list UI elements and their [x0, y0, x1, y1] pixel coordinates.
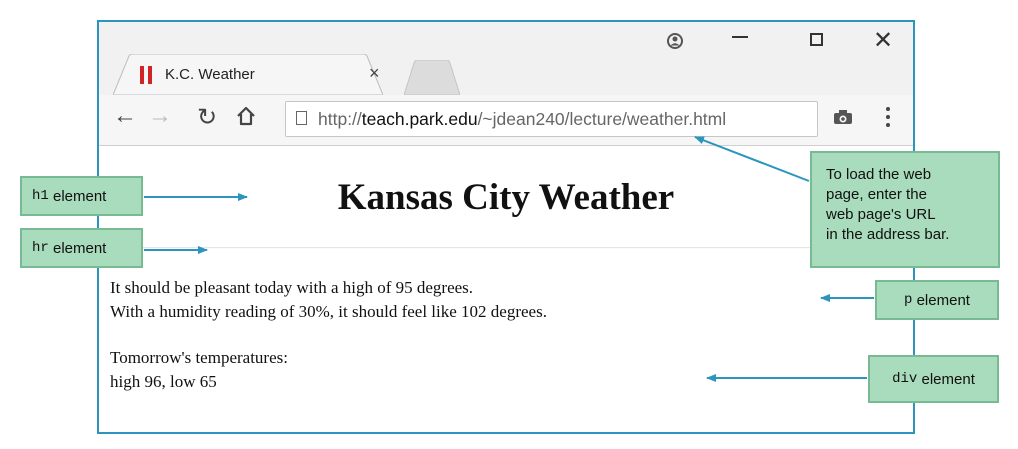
hr-callout-code: hr: [32, 240, 49, 256]
h1-callout: h1 element: [20, 176, 143, 216]
div-callout-code: div: [892, 371, 918, 387]
hr-callout: hr element: [20, 228, 143, 268]
url-callout-line-1: To load the web: [826, 166, 932, 183]
h1-callout-text: element: [52, 187, 107, 205]
url-callout-text: To load the web page, enter the web page…: [826, 165, 949, 245]
url-arrow: [694, 136, 810, 182]
p-callout-text: element: [916, 291, 970, 309]
h1-callout-code: h1: [32, 188, 49, 204]
url-callout-line-3: web page's URL: [826, 206, 936, 223]
url-callout: To load the web page, enter the web page…: [810, 151, 1000, 268]
div-callout-text: element: [921, 370, 975, 388]
url-callout-line-4: in the address bar.: [826, 226, 950, 243]
div-callout: div element: [868, 355, 999, 403]
url-callout-line-2: page, enter the: [826, 186, 927, 203]
p-callout: p element: [875, 280, 999, 320]
hr-callout-text: element: [52, 239, 107, 257]
p-callout-code: p: [904, 292, 913, 308]
